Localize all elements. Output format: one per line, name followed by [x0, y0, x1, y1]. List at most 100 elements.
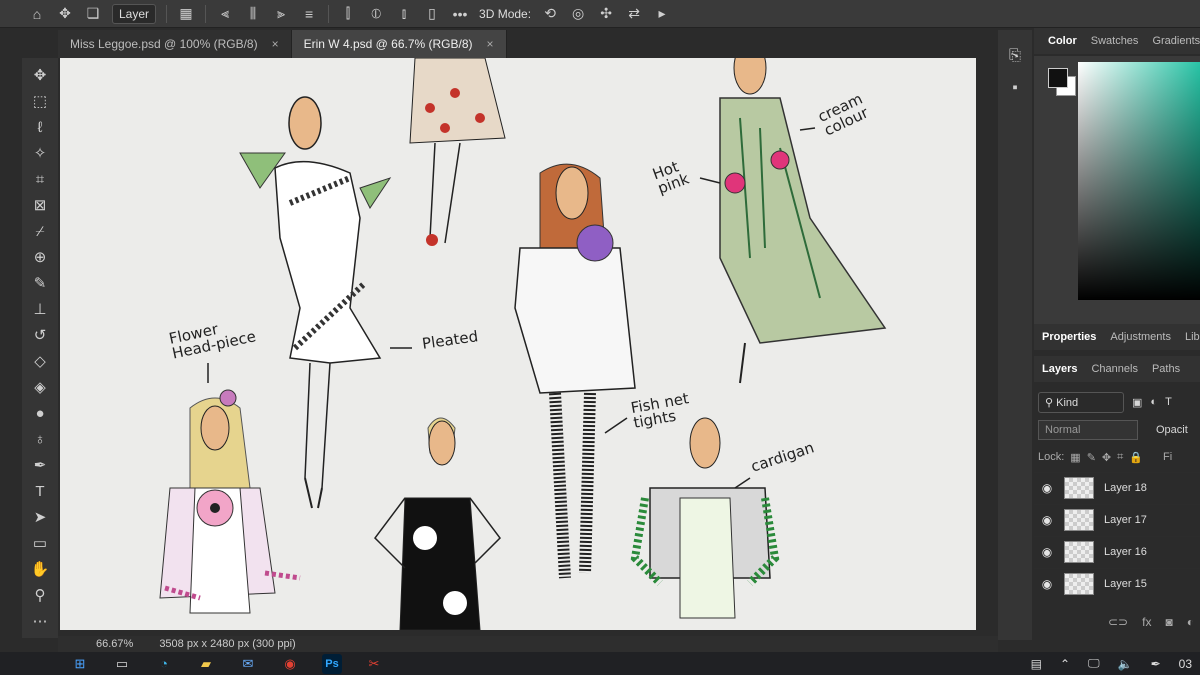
lasso-tool-icon[interactable]: ℓ: [28, 116, 52, 138]
scale-3d-icon[interactable]: ▸: [653, 5, 671, 22]
distribute-bottom-icon[interactable]: ▯: [423, 5, 441, 22]
distribute-right-icon[interactable]: ⫾: [395, 5, 413, 22]
zoom-level[interactable]: 66.67%: [96, 638, 133, 650]
close-icon[interactable]: ×: [272, 37, 279, 51]
network-icon[interactable]: 🖵: [1088, 656, 1100, 671]
tab-label: Miss Leggoe.psd @ 100% (RGB/8): [70, 37, 258, 51]
healing-brush-icon[interactable]: ⊕: [28, 246, 52, 268]
layers-stack-icon[interactable]: ❏: [84, 5, 102, 22]
move-tool-icon[interactable]: ✥: [28, 64, 52, 86]
layer-row[interactable]: ◉ Layer 18: [1034, 472, 1200, 502]
tab-color[interactable]: Color: [1048, 35, 1077, 47]
comments-panel-icon[interactable]: ▪: [1003, 76, 1027, 98]
file-explorer-icon[interactable]: ▰: [196, 654, 216, 674]
more-options-button[interactable]: •••: [451, 6, 469, 22]
stamp-tool-icon[interactable]: ⊥: [28, 298, 52, 320]
chrome-icon[interactable]: ◉: [280, 654, 300, 674]
visibility-eye-icon[interactable]: ◉: [1040, 577, 1054, 591]
orbit-3d-icon[interactable]: ⟲: [541, 5, 559, 22]
tab-adjustments[interactable]: Adjustments: [1110, 331, 1171, 343]
lock-artboard-icon[interactable]: ⌗: [1117, 451, 1123, 464]
tab-properties[interactable]: Properties: [1042, 331, 1096, 343]
rectangle-tool-icon[interactable]: ▭: [28, 532, 52, 554]
zoom-tool-icon[interactable]: ⚲: [28, 584, 52, 606]
arrow-cream: [799, 127, 816, 131]
color-picker-field[interactable]: [1078, 62, 1200, 300]
eraser-icon[interactable]: ◇: [28, 350, 52, 372]
more-tools-icon[interactable]: ⋯: [28, 610, 52, 632]
edge-browser-icon[interactable]: ◔: [154, 654, 174, 674]
align-top-icon[interactable]: ≡: [300, 6, 318, 22]
mask-icon[interactable]: ◙: [1165, 615, 1172, 629]
visibility-eye-icon[interactable]: ◉: [1040, 545, 1054, 559]
type-tool-icon[interactable]: T: [28, 480, 52, 502]
move-tool-icon[interactable]: ✥: [56, 5, 74, 22]
marquee-tool-icon[interactable]: ⬚: [28, 90, 52, 112]
link-layers-icon[interactable]: ⊂⊃: [1108, 615, 1128, 629]
distribute-center-icon[interactable]: ⦶: [367, 5, 385, 22]
image-filter-icon[interactable]: ▣: [1132, 396, 1142, 409]
layer-row[interactable]: ◉ Layer 16: [1034, 536, 1200, 566]
news-widget-icon[interactable]: ▤: [1031, 657, 1042, 671]
history-panel-icon[interactable]: ⎘: [1003, 44, 1027, 66]
adjustment-filter-icon[interactable]: ◐: [1150, 396, 1157, 408]
fx-icon[interactable]: fx: [1142, 615, 1151, 629]
pan-3d-icon[interactable]: ✣: [597, 5, 615, 22]
tab-swatches[interactable]: Swatches: [1091, 35, 1139, 47]
windows-start-icon[interactable]: ⊞: [70, 654, 90, 674]
lock-all-icon[interactable]: 🔒: [1129, 451, 1143, 464]
paint-bucket-icon[interactable]: ◈: [28, 376, 52, 398]
tab-gradients[interactable]: Gradients: [1152, 35, 1200, 47]
pen-icon[interactable]: ✒: [1151, 657, 1161, 671]
lock-pixels-icon[interactable]: ✎: [1087, 451, 1096, 464]
visibility-eye-icon[interactable]: ◉: [1040, 513, 1054, 527]
auto-select-dropdown[interactable]: Layer: [112, 3, 157, 24]
chevron-up-icon[interactable]: ⌃: [1060, 657, 1070, 671]
layer-filter-row: ⚲ Kind ▣ ◐ T: [1034, 388, 1200, 416]
foreground-color-swatch[interactable]: [1048, 68, 1068, 88]
adjustment-layer-icon[interactable]: ◐: [1187, 615, 1194, 629]
task-view-icon[interactable]: ▭: [112, 654, 132, 674]
history-brush-icon[interactable]: ↺: [28, 324, 52, 346]
blur-tool-icon[interactable]: ●: [28, 402, 52, 424]
lock-position-icon[interactable]: ✥: [1102, 451, 1111, 464]
lock-transparency-icon[interactable]: ▦: [1070, 451, 1080, 464]
hand-tool-icon[interactable]: ✋: [28, 558, 52, 580]
search-icon: ⚲: [1045, 396, 1057, 409]
tab-libraries[interactable]: Lib: [1185, 331, 1200, 343]
type-filter-icon[interactable]: T: [1165, 396, 1172, 408]
home-icon[interactable]: ⌂: [28, 6, 46, 22]
distribute-icon[interactable]: ⫿: [339, 5, 357, 22]
brush-tool-icon[interactable]: ✎: [28, 272, 52, 294]
path-select-icon[interactable]: ➤: [28, 506, 52, 528]
frame-tool-icon[interactable]: ⊠: [28, 194, 52, 216]
tab-paths[interactable]: Paths: [1152, 363, 1180, 375]
photoshop-app-icon[interactable]: Ps: [322, 653, 342, 674]
close-icon[interactable]: ×: [487, 37, 494, 51]
layer-row[interactable]: ◉ Layer 17: [1034, 504, 1200, 534]
align-right-icon[interactable]: ⫸: [272, 5, 290, 22]
visibility-eye-icon[interactable]: ◉: [1040, 481, 1054, 495]
tab-miss-leggoe[interactable]: Miss Leggoe.psd @ 100% (RGB/8) ×: [58, 30, 292, 58]
mail-icon[interactable]: ✉: [238, 654, 258, 674]
roll-3d-icon[interactable]: ◎: [569, 5, 587, 22]
layer-row[interactable]: ◉ Layer 15: [1034, 568, 1200, 598]
pen-tool-icon[interactable]: ✒: [28, 454, 52, 476]
magic-wand-icon[interactable]: ✧: [28, 142, 52, 164]
tab-erin-w-4[interactable]: Erin W 4.psd @ 66.7% (RGB/8) ×: [291, 30, 507, 58]
align-center-icon[interactable]: ⫼: [244, 5, 262, 22]
blend-mode-dropdown[interactable]: Normal: [1038, 420, 1138, 440]
crop-tool-icon[interactable]: ⌗: [28, 168, 52, 190]
volume-icon[interactable]: 🔈: [1118, 657, 1133, 671]
transform-controls-icon[interactable]: ▦: [177, 5, 195, 22]
tab-channels[interactable]: Channels: [1091, 363, 1137, 375]
align-left-icon[interactable]: ⫷: [216, 5, 234, 22]
filter-kind-dropdown[interactable]: ⚲ Kind: [1038, 391, 1124, 413]
dodge-tool-icon[interactable]: ♁: [28, 428, 52, 450]
tab-layers[interactable]: Layers: [1042, 363, 1077, 375]
document-canvas[interactable]: Flower Head-piece Pleated Fish net tight…: [60, 58, 976, 630]
clock[interactable]: 03: [1179, 657, 1192, 671]
eyedropper-icon[interactable]: ⌿: [28, 220, 52, 242]
snipping-tool-icon[interactable]: ✂: [364, 654, 384, 674]
slide-3d-icon[interactable]: ⇄: [625, 5, 643, 22]
